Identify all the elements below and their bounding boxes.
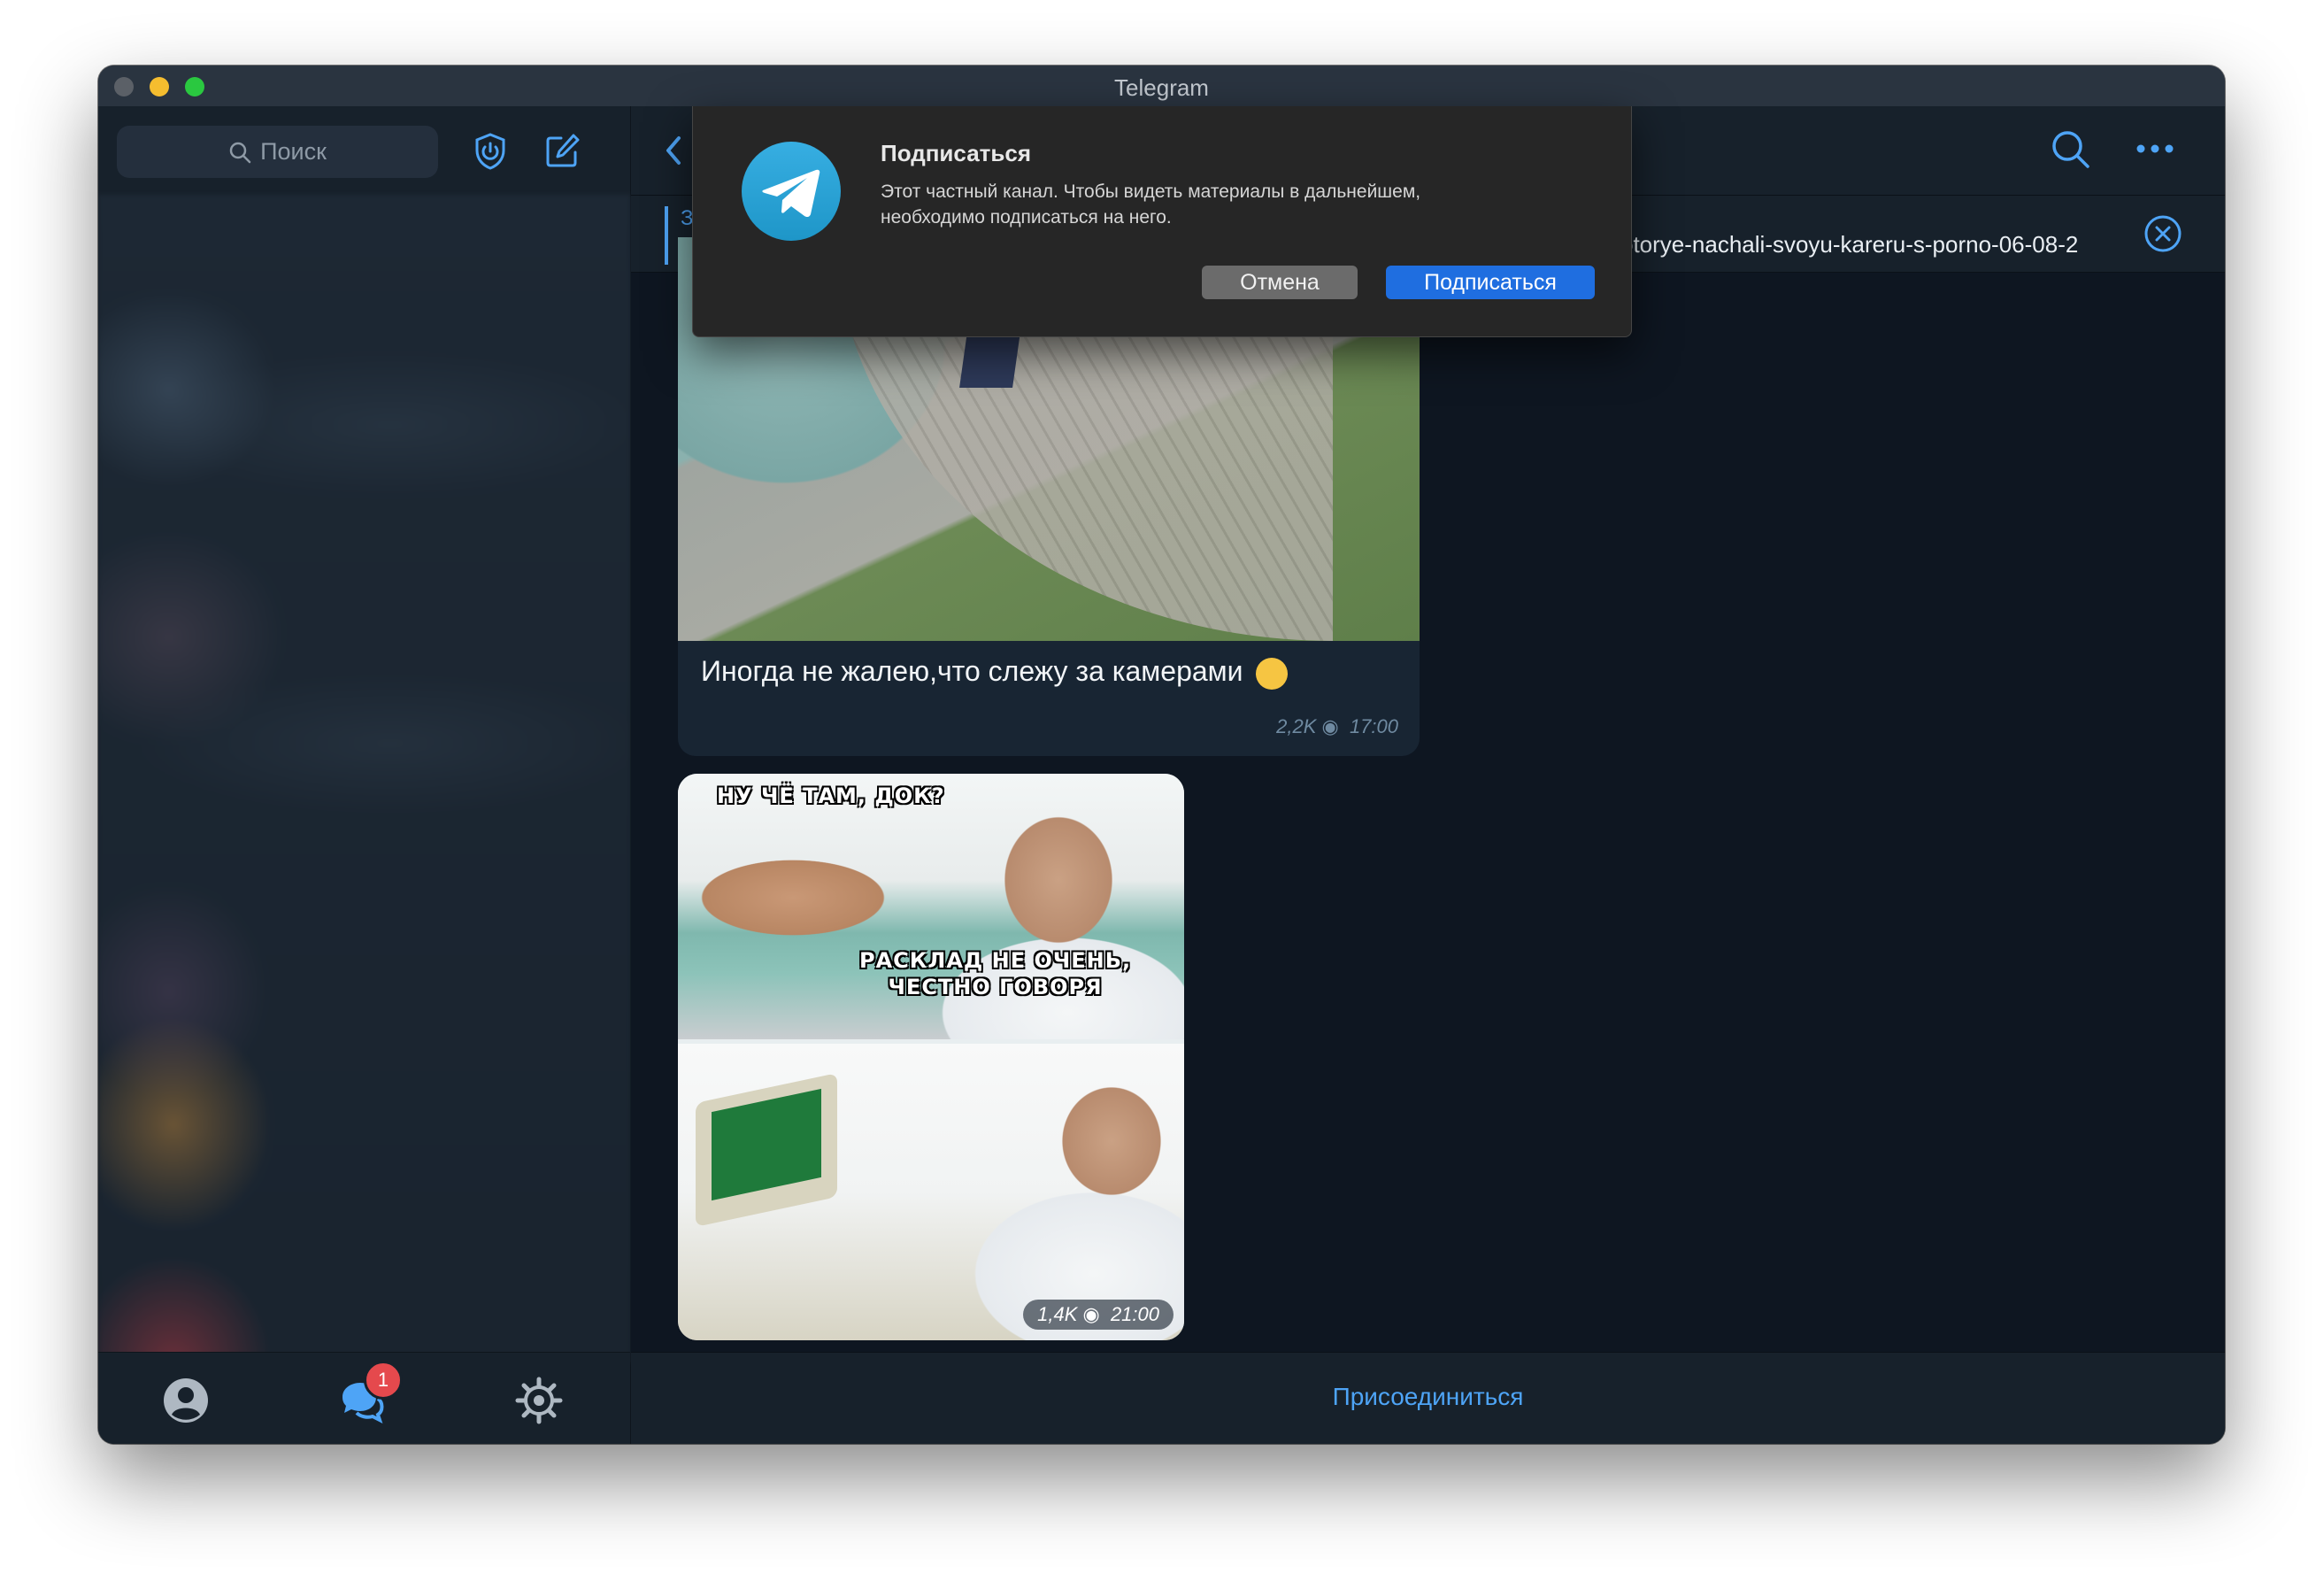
meme-top-caption: НУ ЧЁ ТАМ, ДОК? — [717, 783, 945, 808]
dialog-title: Подписаться — [881, 140, 1032, 166]
subscribe-dialog: Подписаться Этот частный канал. Чтобы ви… — [692, 106, 1632, 337]
message-time: 17:00 — [1349, 715, 1398, 737]
more-options-icon[interactable] — [2135, 138, 2174, 159]
sidebar: Поиск 1 — [98, 106, 631, 1444]
message-bubble-meme[interactable]: НУ ЧЁ ТАМ, ДОК? РАСКЛАД НЕ ОЧЕНЬ, ЧЕСТНО… — [678, 774, 1184, 1340]
settings-icon[interactable] — [514, 1376, 564, 1425]
views-count: 2,2K — [1276, 715, 1317, 737]
contacts-icon[interactable] — [161, 1376, 211, 1425]
message-list[interactable]: Иногда не жалею,что слежу за камерами 2,… — [631, 237, 2225, 1351]
meme-mid-caption: РАСКЛАД НЕ ОЧЕНЬ, ЧЕСТНО ГОВОРЯ — [859, 947, 1131, 1000]
message-meta: 2,2K ◉ 17:00 — [1276, 715, 1398, 738]
shield-icon[interactable] — [468, 129, 512, 174]
close-pinned-icon[interactable] — [2143, 213, 2183, 254]
pinned-indicator — [665, 206, 668, 265]
cancel-button[interactable]: Отмена — [1202, 266, 1358, 299]
window-title: Telegram — [1114, 74, 1209, 101]
search-input[interactable]: Поиск — [117, 126, 438, 178]
meme-meta: 1,4K ◉ 21:00 — [1023, 1300, 1174, 1330]
join-channel-button[interactable]: Присоединиться — [631, 1383, 2225, 1411]
meme-panel-top: НУ ЧЁ ТАМ, ДОК? РАСКЛАД НЕ ОЧЕНЬ, ЧЕСТНО… — [678, 774, 1184, 1039]
meme-panel-bottom — [678, 1044, 1184, 1340]
pinned-link[interactable]: otorye-nachali-svoyu-kareru-s-porno-06-0… — [1620, 231, 2078, 258]
eye-icon: ◉ — [1082, 1303, 1100, 1325]
views-count: 1,4K — [1037, 1303, 1078, 1325]
dialog-message: Этот частный канал. Чтобы видеть материа… — [881, 181, 1421, 228]
subscribe-button[interactable]: Подписаться — [1386, 266, 1595, 299]
message-time: 21:00 — [1110, 1303, 1159, 1325]
unread-badge: 1 — [364, 1361, 403, 1400]
telegram-window: Telegram Поиск 1 З otorye-nachali-svoyu-… — [98, 66, 2225, 1444]
back-arrow-icon[interactable] — [663, 135, 684, 166]
laughing-emoji-icon — [1255, 657, 1288, 690]
search-icon[interactable] — [2049, 127, 2093, 172]
eye-icon: ◉ — [1321, 715, 1339, 737]
compose-icon[interactable] — [540, 129, 584, 174]
title-bar: Telegram — [98, 66, 2225, 107]
message-caption: Иногда не жалею,что слежу за камерами — [701, 655, 1288, 690]
meme-mid-line2: ЧЕСТНО ГОВОРЯ — [888, 975, 1103, 999]
join-bar: Присоединиться — [631, 1352, 2225, 1444]
sidebar-bottom-bar: 1 — [98, 1352, 630, 1444]
caption-text: Иногда не жалею,что слежу за камерами — [701, 655, 1243, 687]
search-icon — [229, 142, 251, 163]
search-placeholder: Поиск — [260, 138, 327, 165]
chat-list-blurred[interactable] — [98, 195, 630, 1363]
meme-mid-line1: РАСКЛАД НЕ ОЧЕНЬ, — [859, 948, 1132, 973]
meme-monitor — [696, 1072, 837, 1228]
telegram-logo-icon — [742, 142, 841, 241]
